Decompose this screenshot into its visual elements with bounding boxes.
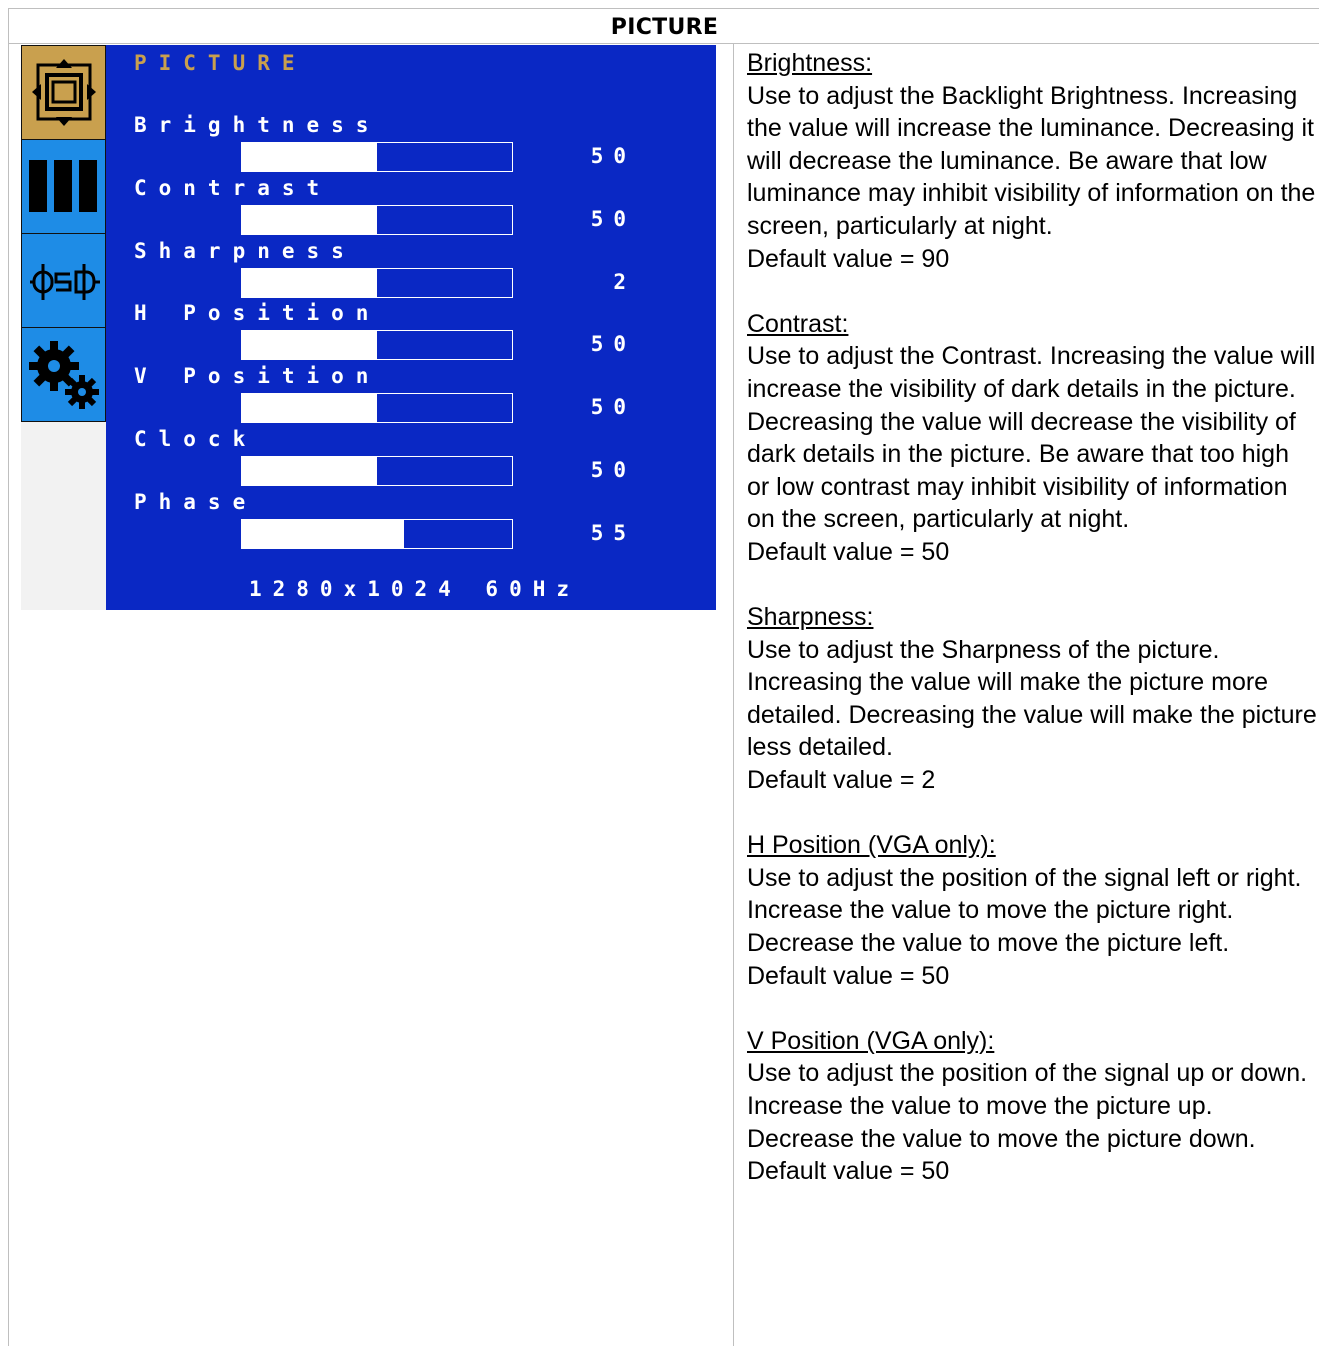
manual-table: PICTURE PICTURE Brightness 50 Contrast 5…	[8, 8, 1319, 1346]
osd-label-h-position: H Position	[134, 301, 381, 326]
osd-label-contrast: Contrast	[134, 175, 332, 200]
osd-slider-sharpness[interactable]	[241, 267, 513, 298]
osd-label-v-position: V Position	[134, 364, 381, 389]
description-section: Contrast: Use to adjust the Contrast. Inc…	[747, 308, 1317, 569]
description-heading: Contrast:	[747, 309, 849, 338]
slider-fill	[242, 143, 377, 171]
osd-value-sharpness: 2	[613, 269, 636, 294]
gears-icon	[29, 341, 99, 409]
osd-panel: PICTURE Brightness 50 Contrast 50 Sharpness 2…	[106, 45, 716, 610]
description-heading: Sharpness:	[747, 603, 874, 632]
default-value: Default value = 50	[747, 961, 950, 990]
description-section: Sharpness: Use to adjust the Sharpness of…	[747, 601, 1317, 797]
osd-sidebar	[21, 45, 106, 610]
osd-tab-osd-settings[interactable]	[21, 233, 106, 328]
osd-value-brightness: 50	[590, 144, 636, 168]
osd-value-phase: 55	[590, 520, 636, 545]
default-value: Default value = 2	[747, 766, 936, 795]
osd-label-phase: Phase	[134, 489, 258, 514]
osd-label-clock: Clock	[134, 427, 258, 451]
osd-tab-picture[interactable]	[21, 45, 106, 140]
description-section: Brightness: Use to adjust the Backlight B…	[747, 47, 1317, 275]
description-body: Use to adjust the Sharpness of the pictu…	[747, 635, 1317, 762]
osd-tab-setup[interactable]	[21, 327, 106, 422]
resolution-readout: 1280x1024 60Hz	[249, 577, 581, 601]
default-value: Default value = 50	[747, 537, 950, 566]
osd-label-brightness: Brightness	[134, 113, 381, 137]
slider-fill	[242, 331, 377, 360]
osd-slider-contrast[interactable]	[241, 204, 513, 235]
section-header: PICTURE	[9, 9, 1319, 44]
osd-slider-phase[interactable]	[241, 518, 513, 549]
osd-label-sharpness: Sharpness	[134, 238, 356, 263]
description-section: V Position (VGA only): Use to adjust the …	[747, 1025, 1317, 1188]
description-column: Brightness: Use to adjust the Backlight B…	[747, 47, 1317, 1220]
section-title: PICTURE	[610, 15, 719, 40]
slider-fill	[242, 205, 377, 234]
osd-title: PICTURE	[134, 51, 307, 75]
osd-value-h-position: 50	[590, 332, 636, 357]
description-body: Use to adjust the position of the signal…	[747, 863, 1302, 958]
osd-value-v-position: 50	[590, 395, 636, 420]
osd-tab-color[interactable]	[21, 139, 106, 234]
osd-value-contrast: 50	[590, 206, 636, 231]
color-bars-icon	[29, 160, 97, 212]
default-value: Default value = 90	[747, 244, 950, 273]
default-value: Default value = 50	[747, 1157, 950, 1186]
osd-slider-h-position[interactable]	[241, 330, 513, 361]
description-heading: Brightness:	[747, 49, 873, 77]
description-section: H Position (VGA only): Use to adjust the …	[747, 829, 1317, 992]
slider-fill	[242, 394, 377, 423]
osd-menu-screenshot: PICTURE Brightness 50 Contrast 50 Sharpness 2…	[21, 45, 716, 610]
description-heading: V Position (VGA only):	[747, 1026, 995, 1055]
slider-fill	[242, 519, 404, 548]
slider-fill	[242, 268, 377, 297]
description-heading: H Position (VGA only):	[747, 831, 996, 860]
osd-slider-brightness[interactable]	[241, 142, 513, 172]
picture-frame-icon	[32, 59, 96, 126]
osd-slider-v-position[interactable]	[241, 393, 513, 424]
slider-fill	[242, 457, 377, 485]
osd-value-clock: 50	[590, 458, 636, 482]
description-body: Use to adjust the Backlight Brightness. …	[747, 81, 1316, 240]
column-divider	[733, 44, 734, 1346]
osd-icon	[30, 264, 100, 300]
description-body: Use to adjust the Contrast. Increasing t…	[747, 342, 1316, 534]
description-body: Use to adjust the position of the signal…	[747, 1059, 1308, 1153]
osd-slider-clock[interactable]	[241, 456, 513, 486]
